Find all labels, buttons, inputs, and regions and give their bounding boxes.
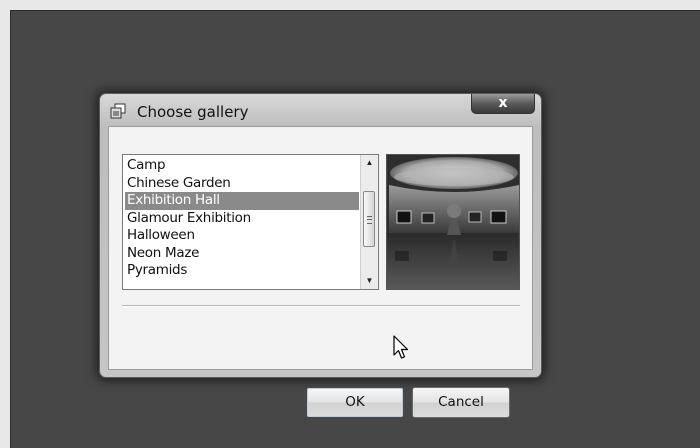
dialog-separator: [122, 305, 520, 307]
gallery-window-icon: [110, 103, 126, 119]
gallery-listbox[interactable]: Camp Chinese Garden Exhibition Hall Glamour…: [122, 154, 379, 290]
dialog-titlebar[interactable]: Choose gallery x: [100, 94, 541, 126]
ok-button[interactable]: OK: [306, 387, 404, 418]
gallery-list-item[interactable]: Chinese Garden: [125, 175, 359, 193]
scroll-grip-icon: [367, 216, 372, 224]
mouse-pointer-icon: [393, 335, 409, 359]
dialog-title: Choose gallery: [137, 103, 249, 121]
scroll-up-arrow-icon[interactable]: ▲: [361, 155, 378, 171]
scroll-down-arrow-icon[interactable]: ▼: [361, 273, 378, 289]
close-button[interactable]: x: [471, 94, 535, 114]
gallery-list-item[interactable]: Glamour Exhibition: [125, 210, 359, 228]
gallery-list-item[interactable]: Camp: [125, 157, 359, 175]
choose-gallery-dialog: Choose gallery x Camp Chinese Garden Exhib…: [99, 93, 542, 418]
close-icon: x: [498, 95, 508, 111]
gallery-list-item[interactable]: Halloween: [125, 227, 359, 245]
list-scrollbar[interactable]: ▲ ▼: [360, 155, 378, 289]
gallery-list-items: Camp Chinese Garden Exhibition Hall Glamour…: [125, 157, 359, 280]
gallery-preview-image: [386, 154, 520, 290]
gallery-list-item[interactable]: Neon Maze: [125, 245, 359, 263]
cancel-button[interactable]: Cancel: [412, 387, 510, 418]
gallery-list-item[interactable]: Exhibition Hall: [125, 192, 359, 210]
scroll-thumb[interactable]: [363, 191, 375, 247]
dialog-client-area: Camp Chinese Garden Exhibition Hall Glamour…: [108, 126, 533, 370]
gallery-list-item[interactable]: Pyramids: [125, 262, 359, 280]
